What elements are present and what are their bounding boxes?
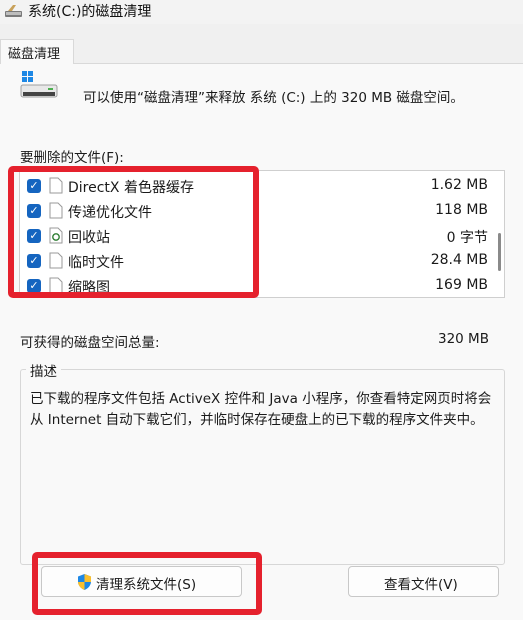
drive-icon	[20, 71, 58, 98]
file-size: 28.4 MB	[430, 252, 488, 268]
intro-text: 可以使用“磁盘清理”来释放 系统 (C:) 上的 320 MB 磁盘空间。	[83, 90, 464, 106]
file-size: 1.62 MB	[430, 177, 488, 193]
list-scrollbar[interactable]	[498, 233, 501, 271]
total-space-label: 可获得的磁盘空间总量:	[20, 335, 160, 351]
disk-cleanup-icon	[5, 5, 22, 17]
annotation-highlight-button	[32, 552, 262, 615]
tab-disk-cleanup[interactable]: 磁盘清理	[0, 39, 74, 64]
file-size: 169 MB	[435, 277, 488, 293]
description-text: 已下载的程序文件包括 ActiveX 控件和 Java 小程序，你查看特定网页时…	[30, 391, 492, 428]
file-size: 0 字节	[446, 230, 488, 246]
annotation-highlight-files	[8, 166, 259, 298]
file-size: 118 MB	[435, 202, 488, 218]
files-to-delete-label: 要删除的文件(F):	[20, 150, 124, 166]
view-files-button[interactable]: 查看文件(V)	[348, 566, 499, 597]
view-files-label: 查看文件(V)	[384, 577, 458, 593]
window-title: 系统(C:)的磁盘清理	[28, 4, 152, 20]
tab-label: 磁盘清理	[8, 47, 61, 62]
description-label: 描述	[26, 360, 61, 380]
total-space-value: 320 MB	[438, 331, 489, 347]
